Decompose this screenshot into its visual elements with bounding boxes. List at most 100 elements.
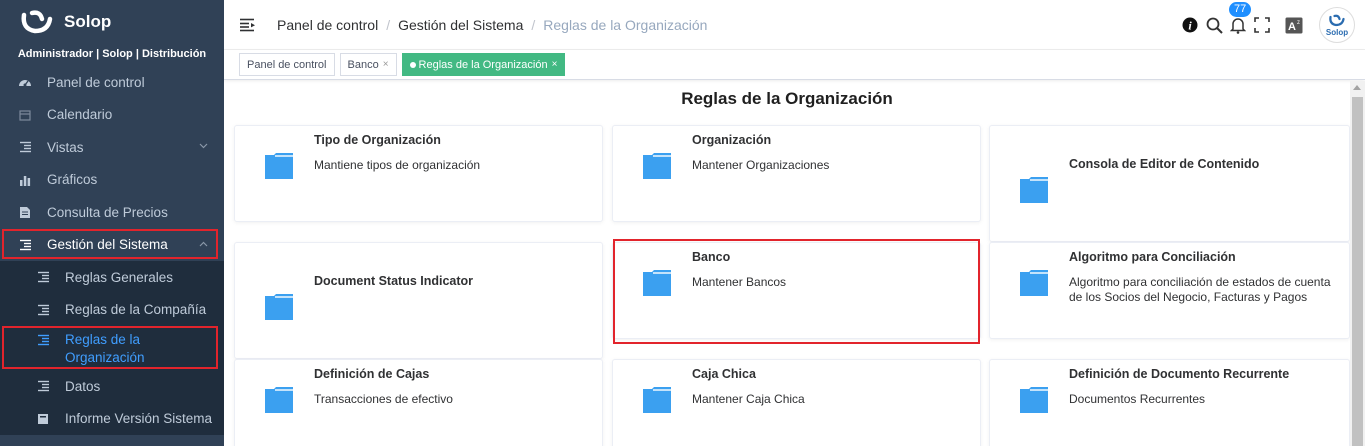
sidebar-item-vistas[interactable]: Vistas	[0, 131, 224, 164]
folder-icon	[1020, 177, 1048, 203]
sidebar-item-reglas-de-la-compania[interactable]: Reglas de la Compañía	[0, 294, 224, 327]
price-document-icon	[18, 205, 32, 219]
search-icon[interactable]	[1203, 14, 1225, 36]
card-title: Tipo de Organización	[314, 133, 441, 147]
sidebar-item-gestion-del-sistema[interactable]: Gestión del Sistema	[0, 229, 224, 262]
card-document-status-indicator[interactable]: Document Status Indicator	[234, 242, 603, 359]
folder-icon	[643, 153, 671, 179]
notification-badge: 77	[1229, 2, 1252, 17]
svg-text:A: A	[1288, 21, 1296, 33]
sidebar-item-panel-de-control[interactable]: Panel de control	[0, 66, 224, 99]
bar-chart-icon	[18, 173, 32, 187]
sidebar-item-label: Reglas Generales	[65, 269, 174, 285]
sidebar-item-reglas-de-la-organizacion[interactable]: Reglas de la Organización	[0, 326, 224, 370]
sidebar-item-label: Reglas de la Organización	[65, 332, 145, 365]
card-description: Documentos Recurrentes	[1069, 392, 1206, 406]
active-dot-icon	[409, 61, 416, 68]
breadcrumb-separator: /	[386, 16, 391, 33]
sidebar-item-label: Calendario	[47, 107, 113, 123]
hamburger-icon[interactable]	[240, 18, 256, 32]
breadcrumb-item[interactable]: Panel de control	[277, 17, 378, 33]
sidebar-item-label: Datos	[65, 378, 101, 394]
card-organizacion[interactable]: Organización Mantener Organizaciones	[612, 125, 981, 222]
close-icon[interactable]: ×	[383, 59, 389, 70]
folder-icon	[265, 387, 293, 413]
tag-label: Panel de control	[247, 58, 327, 71]
bell-icon[interactable]	[1227, 14, 1249, 36]
card-title: Definición de Cajas	[314, 367, 430, 381]
sidebar-item-reglas-generales[interactable]: Reglas Generales	[0, 261, 224, 294]
sidebar-item-informe-version-sistema[interactable]: Informe Versión Sistema	[0, 403, 224, 436]
avatar[interactable]: Solop	[1319, 7, 1355, 43]
card-algoritmo-para-conciliacion[interactable]: Algoritmo para Conciliación Algoritmo pa…	[989, 242, 1350, 339]
chevron-up-icon	[199, 239, 208, 250]
solop-logo-icon	[1329, 14, 1345, 26]
tags-view: Panel de control Banco × Reglas de la Or…	[224, 50, 1365, 80]
scroll-up-arrow-icon[interactable]	[1353, 85, 1361, 90]
language-icon[interactable]: Az	[1283, 14, 1305, 36]
card-title: Definición de Documento Recurrente	[1069, 367, 1290, 381]
card-title: Banco	[692, 250, 731, 264]
tree-table-icon	[36, 379, 50, 393]
sidebar-item-label: Gestión del Sistema	[47, 237, 168, 253]
top-navbar: Panel de control / Gestión del Sistema /…	[224, 0, 1365, 50]
tag-banco[interactable]: Banco ×	[339, 53, 397, 76]
vertical-scrollbar[interactable]	[1350, 81, 1365, 446]
sidebar-item-label: Panel de control	[47, 74, 145, 90]
scrollbar-thumb[interactable]	[1352, 97, 1363, 446]
folder-icon	[643, 387, 671, 413]
folder-icon	[1020, 270, 1048, 296]
brand-name: Solop	[64, 12, 112, 31]
solop-logo-icon	[21, 10, 53, 34]
sidebar-item-label: Informe Versión Sistema	[65, 411, 213, 427]
tree-table-icon	[36, 333, 50, 347]
breadcrumb-item-current: Reglas de la Organización	[543, 16, 708, 33]
calendar-icon	[18, 108, 32, 122]
card-caja-chica[interactable]: Caja Chica Mantener Caja Chica	[612, 359, 981, 446]
tree-table-icon	[18, 238, 32, 252]
tag-reglas-de-la-organizacion[interactable]: Reglas de la Organización ×	[401, 53, 566, 76]
main-content: Reglas de la Organización Tipo de Organi…	[224, 81, 1350, 446]
sidebar-item-label: Reglas de la Compañía	[65, 302, 207, 318]
card-definicion-de-cajas[interactable]: Definición de Cajas Transacciones de efe…	[234, 359, 603, 446]
tree-table-icon	[36, 270, 50, 284]
user-role-line: Administrador | Solop | Distribución	[17, 48, 207, 60]
sidebar-item-graficos[interactable]: Gráficos	[0, 164, 224, 197]
card-tipo-de-organizacion[interactable]: Tipo de Organización Mantiene tipos de o…	[234, 125, 603, 222]
tree-table-icon	[36, 303, 50, 317]
card-banco[interactable]: Banco Mantener Bancos	[612, 242, 981, 339]
breadcrumb-item[interactable]: Gestión del Sistema	[398, 17, 523, 33]
card-consola-de-editor-de-contenido[interactable]: Consola de Editor de Contenido	[989, 125, 1350, 242]
chevron-down-icon	[199, 141, 208, 152]
tree-table-icon	[18, 140, 32, 154]
folder-icon	[265, 153, 293, 179]
breadcrumb-separator: /	[531, 16, 536, 33]
close-icon[interactable]: ×	[552, 59, 558, 70]
submenu-gestion-del-sistema: Reglas Generales Reglas de la Compañía R…	[0, 261, 224, 435]
folder-icon	[1020, 387, 1048, 413]
tag-label: Banco	[347, 58, 379, 71]
fullscreen-icon[interactable]	[1251, 14, 1273, 36]
sidebar-item-label: Gráficos	[47, 172, 98, 188]
card-title: Document Status Indicator	[314, 274, 474, 288]
info-icon[interactable]: i	[1179, 14, 1201, 36]
svg-text:z: z	[1297, 20, 1300, 26]
report-icon	[36, 412, 50, 426]
sidebar-item-calendario[interactable]: Calendario	[0, 99, 224, 132]
sidebar-item-label: Vistas	[47, 139, 84, 155]
card-description: Mantiene tipos de organización	[314, 158, 481, 172]
folder-icon	[265, 294, 293, 320]
page-title: Reglas de la Organización	[681, 89, 893, 108]
card-description: Mantener Caja Chica	[692, 392, 805, 406]
breadcrumb: Panel de control / Gestión del Sistema /…	[277, 17, 707, 33]
brand[interactable]: Solop	[0, 0, 224, 44]
navbar-actions: i Az 77 Solop	[1177, 0, 1365, 50]
sidebar-item-datos[interactable]: Datos	[0, 370, 224, 403]
card-description: Algoritmo para conciliación de estados d…	[1069, 275, 1331, 304]
avatar-label: Solop	[1325, 27, 1349, 37]
folder-icon	[643, 270, 671, 296]
card-description: Mantener Bancos	[692, 275, 787, 289]
tag-panel-de-control[interactable]: Panel de control	[239, 53, 335, 76]
sidebar-item-consulta-de-precios[interactable]: Consulta de Precios	[0, 196, 224, 229]
card-definicion-de-documento-recurrente[interactable]: Definición de Documento Recurrente Docum…	[989, 359, 1350, 446]
